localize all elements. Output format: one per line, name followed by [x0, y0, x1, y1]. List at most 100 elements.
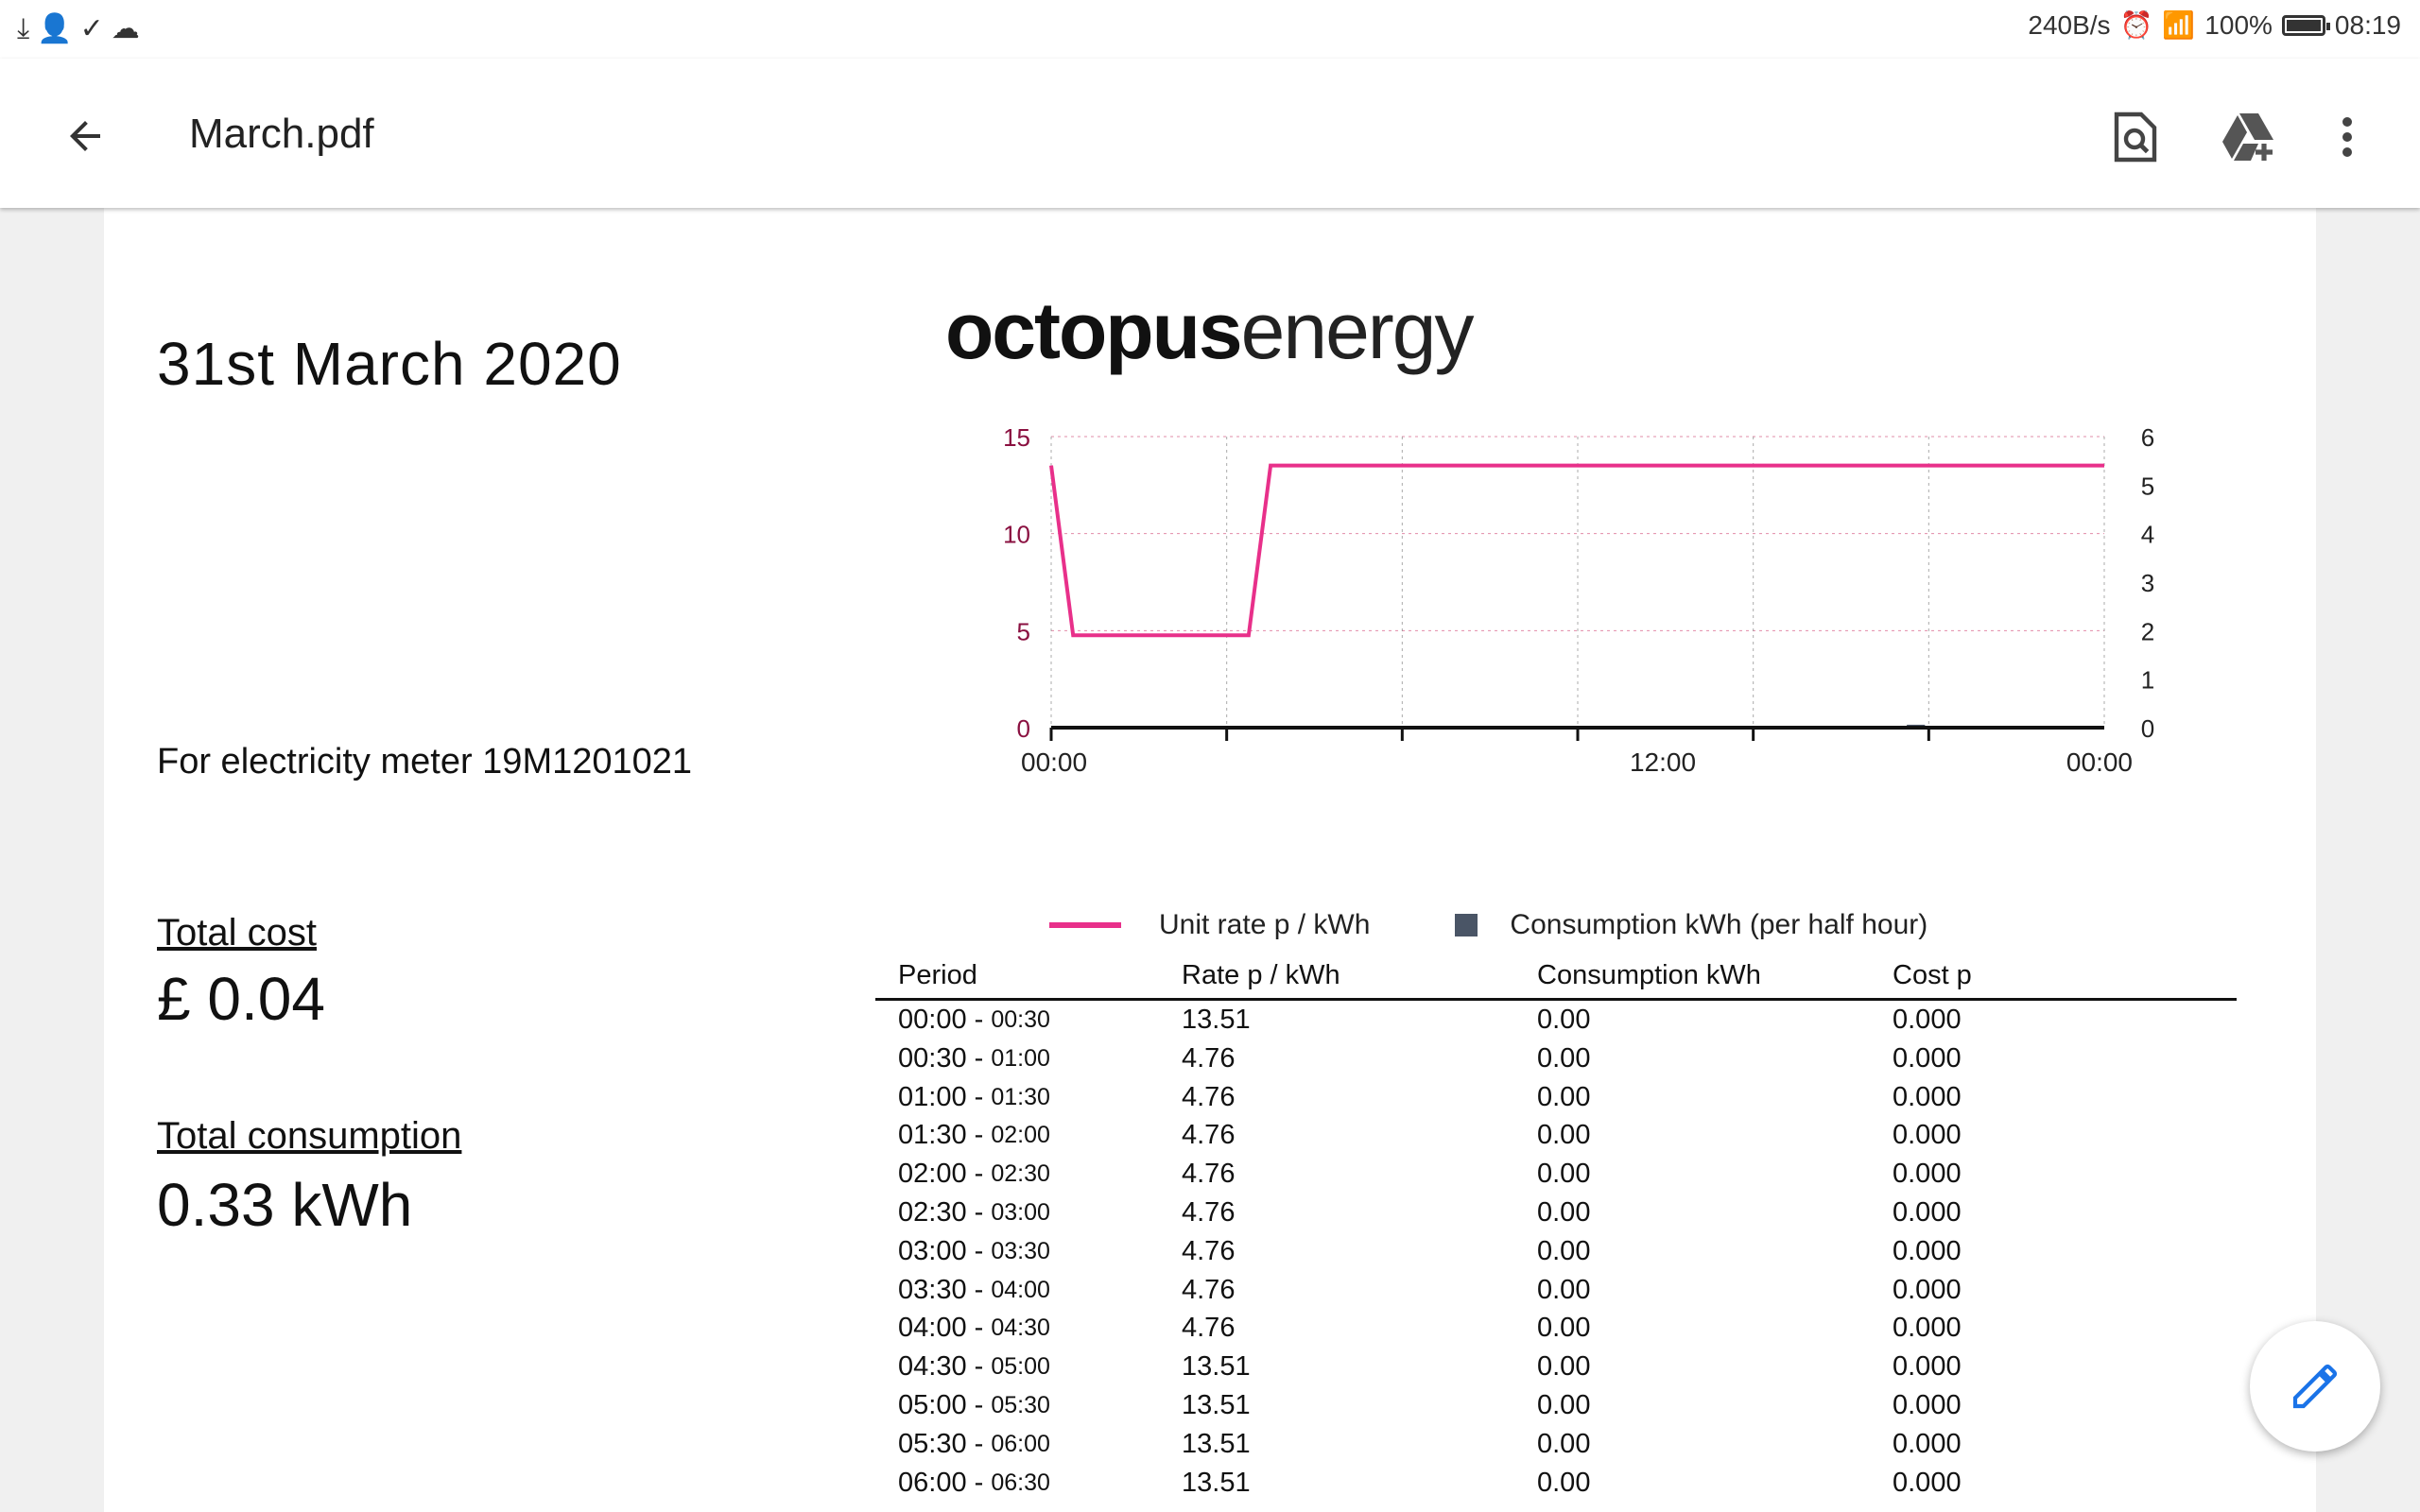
- period-separator: -: [966, 1235, 992, 1266]
- table-row: 02:00 - 02:30 4.76 0.00 0.000: [875, 1155, 2237, 1194]
- cell-period: 03:30 - 04:00: [875, 1271, 1159, 1310]
- period-end: 04:00: [991, 1276, 1050, 1303]
- legend-consumption-label: Consumption kWh (per half hour): [1510, 909, 1928, 940]
- cell-consumption: 0.00: [1537, 1351, 1591, 1383]
- person-add-icon: 👤: [37, 13, 73, 44]
- period-end: 03:00: [991, 1198, 1050, 1226]
- cell-cost: 0.000: [1893, 1351, 1962, 1383]
- table-row: 03:00 - 03:30 4.76 0.00 0.000: [875, 1232, 2237, 1271]
- table-body: 00:00 - 00:30 13.51 0.00 0.000 00:30 - 01:00…: [875, 1001, 2237, 1502]
- table-row: 06:00 - 06:30 13.51 0.00 0.000: [875, 1464, 2237, 1503]
- table-row: 04:00 - 04:30 4.76 0.00 0.000: [875, 1309, 2237, 1348]
- download-icon: ⤓: [17, 13, 30, 44]
- period-separator: -: [966, 1196, 992, 1228]
- y-left-tick-label: 5: [1017, 617, 1030, 645]
- period-end: 01:30: [991, 1083, 1050, 1110]
- cell-period: 03:00 - 03:30: [875, 1232, 1159, 1271]
- header-cost: Cost p: [1893, 960, 1972, 990]
- total-cost-value: £ 0.04: [157, 965, 325, 1033]
- cell-cost: 0.000: [1893, 1005, 1962, 1035]
- cell-period: 04:30 - 05:00: [875, 1348, 1159, 1386]
- period-start: 00:00: [898, 1005, 967, 1035]
- cell-rate: 4.76: [1182, 1196, 1236, 1228]
- pdf-page: 31st March 2020 For electricity meter 19…: [104, 208, 2316, 1512]
- period-end: 00:30: [991, 1006, 1050, 1033]
- header-period: Period: [898, 960, 977, 990]
- cell-rate: 4.76: [1182, 1159, 1236, 1190]
- y-right-tick-label: 3: [2141, 569, 2154, 597]
- edit-fab-button[interactable]: [2250, 1321, 2380, 1452]
- app-bar: March.pdf: [0, 59, 2420, 208]
- cell-rate: 4.76: [1182, 1235, 1236, 1266]
- y-right-tick-label: 5: [2141, 472, 2154, 500]
- header-rate: Rate p / kWh: [1182, 960, 1340, 990]
- total-cost-label: Total cost: [157, 912, 317, 954]
- cell-rate: 4.76: [1182, 1274, 1236, 1305]
- period-start: 05:00: [898, 1389, 967, 1420]
- header-consumption: Consumption kWh: [1537, 960, 1761, 990]
- cell-cost: 0.000: [1893, 1235, 1962, 1266]
- cell-cost: 0.000: [1893, 1081, 1962, 1112]
- statement-date: 31st March 2020: [157, 330, 622, 398]
- cloud-icon: ☁: [111, 13, 140, 44]
- status-bar: ⤓ 👤 ✓ ☁ 240B/s ⏰ 📶 100% 08:19: [0, 0, 2420, 59]
- cell-consumption: 0.00: [1537, 1120, 1591, 1151]
- period-end: 06:30: [991, 1469, 1050, 1496]
- cell-period: 02:30 - 03:00: [875, 1194, 1159, 1232]
- cell-rate: 13.51: [1182, 1467, 1251, 1498]
- cell-period: 00:00 - 00:30: [875, 1001, 1159, 1040]
- cell-period: 05:00 - 05:30: [875, 1386, 1159, 1425]
- find-in-document-icon: [2114, 112, 2157, 163]
- period-separator: -: [966, 1467, 992, 1498]
- cell-cost: 0.000: [1893, 1120, 1962, 1151]
- cell-rate: 4.76: [1182, 1042, 1236, 1074]
- period-separator: -: [966, 1274, 992, 1305]
- cell-period: 00:30 - 01:00: [875, 1040, 1159, 1078]
- add-to-drive-icon: [2222, 113, 2273, 161]
- cell-cost: 0.000: [1893, 1389, 1962, 1420]
- period-end: 02:30: [991, 1160, 1050, 1188]
- period-end: 06:00: [991, 1430, 1050, 1457]
- back-button[interactable]: [47, 98, 123, 174]
- meter-info: For electricity meter 19M1201021: [157, 742, 693, 782]
- period-end: 05:30: [991, 1391, 1050, 1418]
- y-left-tick-label: 0: [1017, 714, 1030, 743]
- find-in-document-button[interactable]: [2102, 104, 2169, 170]
- status-indicators: 240B/s ⏰ 📶 100% 08:19: [2028, 9, 2401, 41]
- cell-cost: 0.000: [1893, 1274, 1962, 1305]
- cell-rate: 4.76: [1182, 1120, 1236, 1151]
- table-row: 00:30 - 01:00 4.76 0.00 0.000: [875, 1040, 2237, 1078]
- add-to-drive-button[interactable]: [2216, 104, 2282, 170]
- period-end: 02:00: [991, 1122, 1050, 1149]
- cell-cost: 0.000: [1893, 1042, 1962, 1074]
- more-options-icon: [2342, 117, 2352, 157]
- y-right-tick-label: 4: [2141, 521, 2154, 549]
- cell-period: 02:00 - 02:30: [875, 1155, 1159, 1194]
- cell-period: 01:30 - 02:00: [875, 1116, 1159, 1155]
- y-right-tick-label: 6: [2141, 423, 2154, 452]
- cell-consumption: 0.00: [1537, 1313, 1591, 1344]
- cell-rate: 13.51: [1182, 1389, 1251, 1420]
- cell-rate: 13.51: [1182, 1428, 1251, 1459]
- cell-consumption: 0.00: [1537, 1159, 1591, 1190]
- y-right-tick-label: 2: [2141, 617, 2154, 645]
- cell-consumption: 0.00: [1537, 1274, 1591, 1305]
- more-options-button[interactable]: [2314, 104, 2380, 170]
- x-tick-label: 00:00: [1021, 747, 1087, 777]
- period-start: 02:00: [898, 1159, 967, 1190]
- period-separator: -: [966, 1389, 992, 1420]
- half-hour-table: Period Rate p / kWh Consumption kWh Cost…: [875, 960, 2237, 1502]
- period-start: 04:00: [898, 1313, 967, 1344]
- chart-legend: Unit rate p / kWh Consumption kWh (per h…: [1049, 909, 1927, 941]
- battery-icon: [2281, 14, 2330, 36]
- cell-consumption: 0.00: [1537, 1389, 1591, 1420]
- wifi-icon: 📶: [2162, 10, 2196, 40]
- table-row: 01:30 - 02:00 4.76 0.00 0.000: [875, 1116, 2237, 1155]
- period-end: 01:00: [991, 1044, 1050, 1072]
- period-start: 00:30: [898, 1042, 967, 1074]
- period-start: 03:30: [898, 1274, 967, 1305]
- alarm-icon: ⏰: [2119, 10, 2153, 40]
- table-row: 01:00 - 01:30 4.76 0.00 0.000: [875, 1078, 2237, 1117]
- table-row: 05:00 - 05:30 13.51 0.00 0.000: [875, 1386, 2237, 1425]
- table-row: 05:30 - 06:00 13.51 0.00 0.000: [875, 1425, 2237, 1464]
